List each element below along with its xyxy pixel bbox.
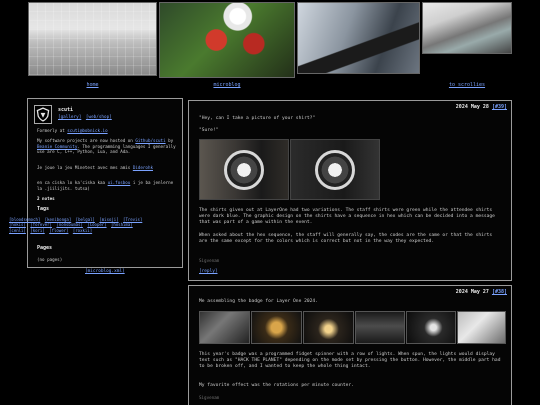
post-meta: Sigvenam [199,258,220,263]
banner-tile-home[interactable]: home [28,2,157,88]
post-paragraph: "Hey, can I take a picture of your shirt… [199,116,316,121]
post-paragraph: "Sure!" [199,128,219,133]
post-38: 2024 May 27 [#38] Me assembling the badg… [188,285,512,405]
post-paragraph: When asked about the hex sequence, the s… [199,233,493,245]
tag-link[interactable]: [misoji] [99,217,118,222]
tag-list: [bloodsemoch] [kenibonga] [belgal] [miso… [9,217,149,233]
tag-link[interactable]: [Trevis] [123,217,142,222]
banner-tile-microblog[interactable]: microblog [159,2,295,88]
post-anchor-link[interactable]: [#39] [492,104,507,110]
github-link[interactable]: Github/scuti [135,138,165,143]
banner-caption-microblog[interactable]: microblog [159,82,295,89]
irc-link[interactable]: ui.fosbou [108,180,131,185]
pages-heading: Pages [37,245,53,251]
tag-link[interactable]: [cenli] [9,228,26,233]
badge-photo[interactable] [251,311,302,344]
profile-links: [gallery] [web/shop] [58,115,114,121]
badge-photo[interactable] [303,311,354,344]
tag-link[interactable]: [bloodsemoch] [9,217,40,222]
train-image [422,2,512,54]
reply-link[interactable]: [reply] [199,269,218,275]
banner-gallery: home microblog to scrollies [0,0,540,96]
banner-tile-scrollies[interactable]: to scrollies [422,2,512,88]
tag-link[interactable]: [roxkii] [73,228,92,233]
formerly-link[interactable]: scuti@bobnick.io [67,128,107,133]
banner-caption-scrollies[interactable]: to scrollies [422,82,512,89]
tag-link[interactable]: [Cooper] [87,222,106,227]
gallery-link[interactable]: [gallery] [58,115,81,120]
minetest-link[interactable]: Diderohk [133,165,153,170]
tag-link[interactable]: [flower] [49,228,68,233]
hallway-image [297,2,420,74]
strawberry-plant-image [159,2,295,78]
tag-link[interactable]: [kenibonga] [45,217,72,222]
post-date: 2024 May 28 [#39] [455,104,507,110]
tag-link[interactable]: [belgal] [76,217,95,222]
profile-sidebar: scuti [gallery] [web/shop] Formerly at s… [27,98,183,268]
shirt-logo-icon [315,149,355,190]
tag-link[interactable]: [forever] [30,222,52,227]
banner-caption-home[interactable]: home [28,82,157,89]
pagoda-sketch-image [28,2,157,76]
tag-link[interactable]: [nonsbumas] [56,222,83,227]
badge-photo[interactable] [199,311,250,344]
tag-link[interactable]: [kori] [30,228,44,233]
notes-count: 2 notes [37,196,55,201]
formerly-text: Formerly at scuti@bobnick.io [37,128,108,133]
post-meta: Sigvenam [199,395,220,400]
tags-heading: Tags [37,206,50,212]
banner-tile-hallway[interactable] [297,2,420,74]
atom-feed-link[interactable]: [microblog.xml] [85,269,125,275]
web-shop-link[interactable]: [web/shop] [86,115,112,120]
pages-value: (no pages) [37,257,63,262]
post-paragraph: The shirts given out at LayerOne had two… [199,208,495,226]
badge-photo[interactable] [355,311,405,344]
post-paragraph: This year's badge was a programmed fidge… [199,352,501,370]
irc-text: en ca ciska lo ka'ciska kaa ui.fosbou i … [37,180,174,191]
minetest-text: Je joue la jeu Minetest avec mes amis Di… [37,165,153,170]
post-date: 2024 May 27 [#38] [455,289,507,295]
post-paragraph: My favorite effect was the rotations per… [199,383,354,388]
tag-link[interactable]: [hokis] [9,222,26,227]
username[interactable]: scuti [58,107,73,114]
shirt-photo[interactable] [199,139,289,200]
shirt-logo-icon [224,149,264,190]
avatar[interactable] [34,105,52,124]
post-paragraph: Me assembling the badge for Layer One 20… [199,299,318,304]
tag-link[interactable]: [hoshima] [111,222,133,227]
badge-photo[interactable] [406,311,456,344]
community-link[interactable]: Beanie Community [37,144,77,149]
post-anchor-link[interactable]: [#38] [492,289,507,295]
software-text: My software projects are now hosted on G… [37,138,176,155]
shield-logo-icon [36,107,50,122]
shirt-photo[interactable] [290,139,380,200]
badge-photo[interactable] [457,311,506,344]
